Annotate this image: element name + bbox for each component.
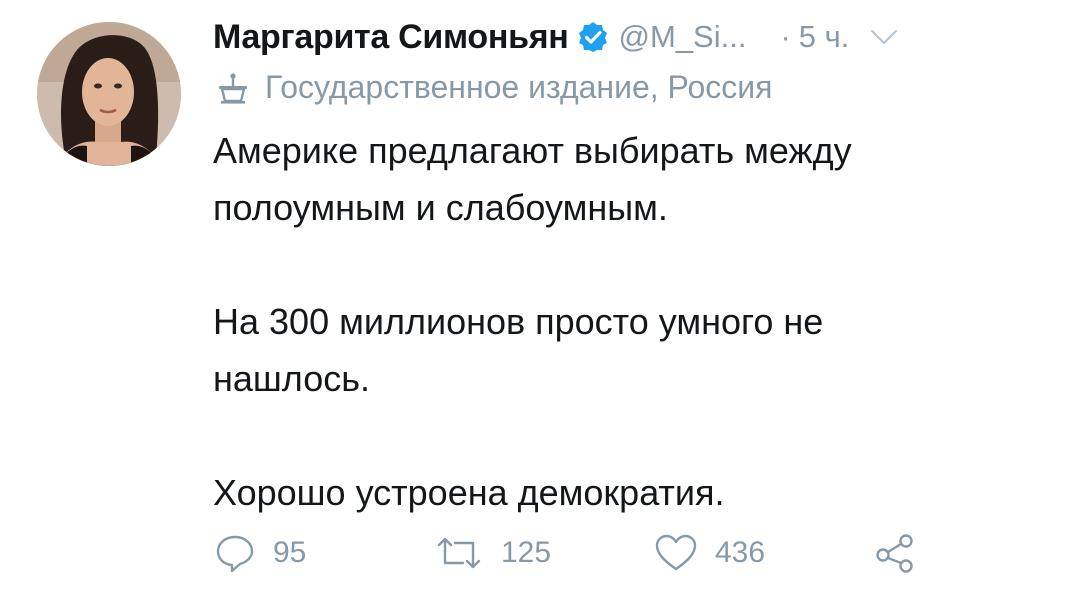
share-icon xyxy=(876,534,913,573)
tweet-text: Америке предлагают выбирать между полоум… xyxy=(213,122,1033,521)
tweet-actions: 95 125 436 xyxy=(213,530,919,576)
tweet-timestamp[interactable]: 5 ч. xyxy=(799,19,850,55)
retweet-button[interactable]: 125 xyxy=(433,531,653,575)
reply-icon xyxy=(216,535,254,573)
avatar[interactable] xyxy=(37,22,181,166)
author-handle[interactable]: @M_Si... xyxy=(619,19,747,55)
tweet-line: нашлось. xyxy=(213,358,370,399)
state-media-label[interactable]: Государственное издание, Россия xyxy=(213,64,1053,110)
retweet-count: 125 xyxy=(501,536,552,569)
state-media-label-text: Государственное издание, Россия xyxy=(265,68,773,105)
like-count: 436 xyxy=(715,536,766,569)
author-display-name[interactable]: Маргарита Симоньян xyxy=(213,18,569,57)
retweet-icon xyxy=(437,537,481,569)
verified-badge-icon xyxy=(577,21,609,53)
tweet-line: Хорошо устроена демократия. xyxy=(213,472,725,513)
tweet-card[interactable]: Маргарита Симоньян @M_Si... · 5 ч. Госуд… xyxy=(0,0,1080,590)
avatar-image xyxy=(37,22,181,166)
podium-icon xyxy=(213,67,253,107)
heart-icon xyxy=(655,534,697,571)
tweet-line: Америке предлагают выбирать между xyxy=(213,130,852,171)
chevron-down-icon[interactable] xyxy=(867,20,901,54)
reply-count: 95 xyxy=(273,536,307,569)
like-button[interactable]: 436 xyxy=(653,531,873,575)
tweet-content: Маргарита Симоньян @M_Si... · 5 ч. Госуд… xyxy=(213,14,1053,521)
tweet-header: Маргарита Симоньян @M_Si... · 5 ч. xyxy=(213,14,1053,60)
time-separator: · xyxy=(780,19,791,54)
share-button[interactable] xyxy=(873,531,919,575)
tweet-line: На 300 миллионов просто умного не xyxy=(213,301,824,342)
reply-button[interactable]: 95 xyxy=(213,531,433,575)
tweet-line: полоумным и слабоумным. xyxy=(213,187,668,228)
